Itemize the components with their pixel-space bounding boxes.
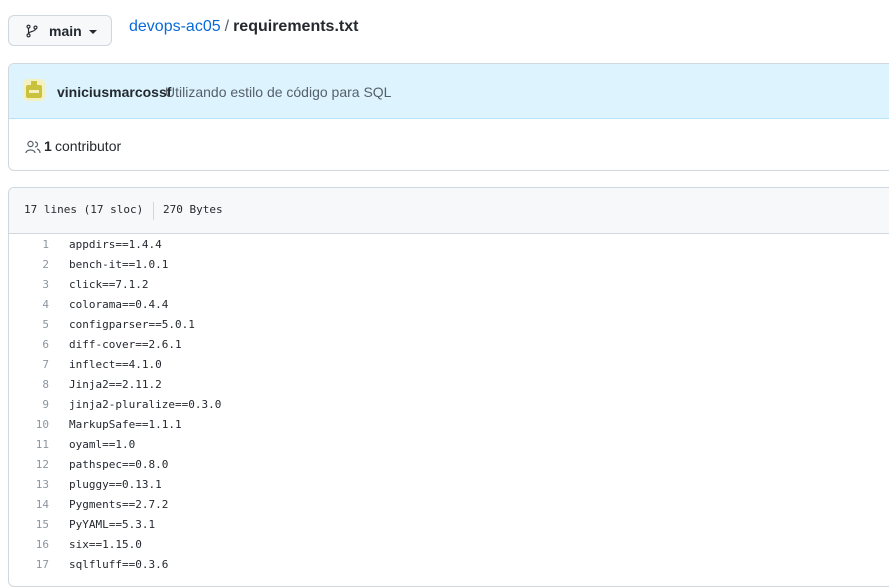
line-number[interactable]: 17 [9, 555, 49, 575]
contributors-row: 1 contributor [9, 119, 889, 170]
code-line: 14 Pygments==2.7.2 [9, 495, 889, 515]
code-line: 4 colorama==0.4.4 [9, 295, 889, 315]
code-line: 6 diff-cover==2.6.1 [9, 335, 889, 355]
code-line: 1 appdirs==1.4.4 [9, 235, 889, 255]
code-line: 10 MarkupSafe==1.1.1 [9, 415, 889, 435]
branch-select-button[interactable]: main [8, 15, 112, 46]
file-viewer: 17 lines (17 sloc) 270 Bytes 1 appdirs==1… [8, 187, 889, 587]
line-text: click==7.1.2 [69, 278, 149, 291]
line-number[interactable]: 8 [9, 375, 49, 395]
code-line: 17 sqlfluff==0.3.6 [9, 555, 889, 575]
code-line: 2 bench-it==1.0.1 [9, 255, 889, 275]
code-line: 15 PyYAML==5.3.1 [9, 515, 889, 535]
line-text: bench-it==1.0.1 [69, 258, 169, 271]
file-info-divider [153, 202, 154, 220]
line-text: six==1.15.0 [69, 538, 142, 551]
line-text: oyaml==1.0 [69, 438, 136, 451]
breadcrumb-separator: / [224, 18, 230, 35]
line-number[interactable]: 6 [9, 335, 49, 355]
people-icon [25, 140, 41, 154]
breadcrumb-file-name: requirements.txt [233, 18, 359, 35]
line-text: sqlfluff==0.3.6 [69, 558, 169, 571]
commit-author-link[interactable]: viniciusmarcossf [57, 84, 171, 100]
code-line: 13 pluggy==0.13.1 [9, 475, 889, 495]
line-number[interactable]: 7 [9, 355, 49, 375]
line-text: diff-cover==2.6.1 [69, 338, 182, 351]
line-text: configparser==5.0.1 [69, 318, 195, 331]
file-line-count: 17 lines (17 sloc) [24, 203, 144, 216]
line-number[interactable]: 3 [9, 275, 49, 295]
code-line: 9 jinja2-pluralize==0.3.0 [9, 395, 889, 415]
line-text: jinja2-pluralize==0.3.0 [69, 398, 222, 411]
file-info-header: 17 lines (17 sloc) 270 Bytes [9, 188, 889, 234]
line-number[interactable]: 11 [9, 435, 49, 455]
line-number[interactable]: 10 [9, 415, 49, 435]
line-number[interactable]: 14 [9, 495, 49, 515]
breadcrumb: devops-ac05/requirements.txt [129, 18, 358, 36]
line-text: pathspec==0.8.0 [69, 458, 169, 471]
chevron-down-icon [89, 30, 97, 34]
line-number[interactable]: 12 [9, 455, 49, 475]
code-line: 3 click==7.1.2 [9, 275, 889, 295]
contributors-count[interactable]: 1 [44, 138, 52, 154]
line-number[interactable]: 5 [9, 315, 49, 335]
code-line: 11 oyaml==1.0 [9, 435, 889, 455]
line-text: MarkupSafe==1.1.1 [69, 418, 182, 431]
line-number[interactable]: 13 [9, 475, 49, 495]
line-number[interactable]: 9 [9, 395, 49, 415]
line-text: PyYAML==5.3.1 [69, 518, 156, 531]
line-number[interactable]: 2 [9, 255, 49, 275]
line-text: colorama==0.4.4 [69, 298, 169, 311]
line-text: appdirs==1.4.4 [69, 238, 162, 251]
file-size: 270 Bytes [163, 203, 223, 216]
commit-header: viniciusmarcossf Utilizando estilo de có… [9, 64, 889, 119]
code-line: 12 pathspec==0.8.0 [9, 455, 889, 475]
branch-label: main [49, 23, 82, 39]
line-number[interactable]: 16 [9, 535, 49, 555]
git-branch-icon [26, 24, 38, 38]
code-line: 16 six==1.15.0 [9, 535, 889, 555]
code-line: 8 Jinja2==2.11.2 [9, 375, 889, 395]
commit-message-link[interactable]: Utilizando estilo de código para SQL [165, 84, 391, 100]
code-content: 1 appdirs==1.4.4 2 bench-it==1.0.1 3 click==7… [9, 235, 889, 575]
line-text: pluggy==0.13.1 [69, 478, 162, 491]
code-line: 5 configparser==5.0.1 [9, 315, 889, 335]
avatar[interactable] [23, 79, 45, 101]
breadcrumb-repo-link[interactable]: devops-ac05 [129, 18, 221, 35]
contributors-label[interactable]: contributor [55, 138, 121, 154]
line-text: inflect==4.1.0 [69, 358, 162, 371]
line-text: Jinja2==2.11.2 [69, 378, 162, 391]
code-line: 7 inflect==4.1.0 [9, 355, 889, 375]
line-number[interactable]: 15 [9, 515, 49, 535]
line-number[interactable]: 4 [9, 295, 49, 315]
latest-commit-box: viniciusmarcossf Utilizando estilo de có… [8, 63, 889, 171]
line-number[interactable]: 1 [9, 235, 49, 255]
line-text: Pygments==2.7.2 [69, 498, 169, 511]
